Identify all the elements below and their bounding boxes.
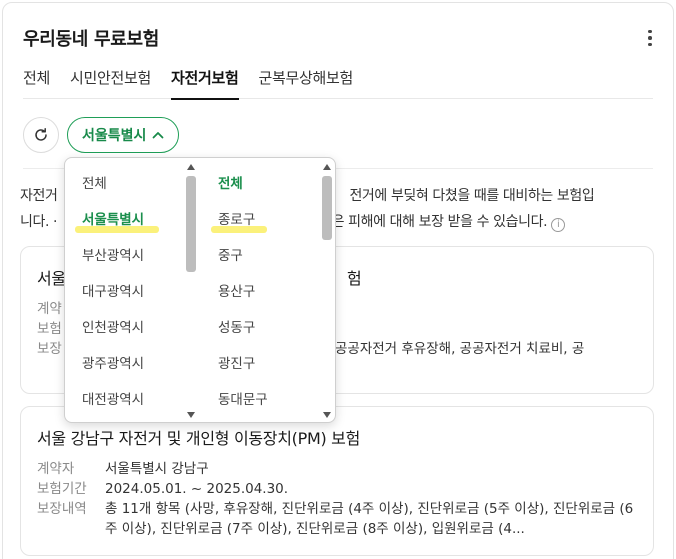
district-option-label: 용산구 [218, 284, 256, 300]
province-option-label: 대전광역시 [82, 392, 145, 408]
more-options-icon[interactable] [641, 27, 659, 49]
region-filter-label: 서울특별시 [82, 128, 147, 144]
scroll-down-icon[interactable] [323, 412, 331, 418]
insurance-card[interactable]: 서울 강남구 자전거 및 개인형 이동장치(PM) 보험 계약자 서울특별시 강… [20, 406, 654, 556]
province-scrollbar[interactable] [184, 162, 198, 420]
tab-citizen-safety[interactable]: 시민안전보험 [70, 61, 151, 99]
region-filter-chip[interactable]: 서울특별시 [67, 117, 180, 153]
info-icon[interactable]: i [551, 218, 566, 232]
district-option[interactable]: 종로구 [201, 202, 335, 238]
period-value: 2024.05.01. ~ 2025.04.30. [105, 481, 289, 497]
scroll-up-icon[interactable] [323, 164, 331, 170]
province-option[interactable]: 인천광역시 [65, 310, 201, 346]
tab-bicycle[interactable]: 자전거보험 [171, 61, 239, 100]
province-option-label: 인천광역시 [82, 320, 145, 336]
coverage-value: 총 11개 항목 (사망, 후유장해, 진단위로금 (4주 이상), 진단위로금… [105, 501, 634, 537]
refresh-icon [35, 128, 47, 141]
district-option-label: 전체 [218, 176, 243, 192]
region-dropdown[interactable]: 전체서울특별시부산광역시대구광역시인천광역시광주광역시대전광역시 전체종로구중구… [64, 157, 336, 423]
tab-military[interactable]: 군복무상해보험 [259, 61, 354, 99]
district-option-label: 광진구 [218, 356, 256, 372]
page-title: 우리동네 무료보험 [23, 29, 160, 50]
district-option-label: 중구 [218, 248, 243, 264]
scroll-down-icon[interactable] [187, 412, 195, 418]
province-list[interactable]: 전체서울특별시부산광역시대구광역시인천광역시광주광역시대전광역시 [65, 158, 201, 422]
card-title-start: 서울 [37, 269, 66, 288]
district-scrollbar[interactable] [320, 162, 334, 420]
district-option-label: 성동구 [218, 320, 256, 336]
period-label: 보험기간 [37, 481, 87, 497]
scroll-thumb[interactable] [322, 176, 332, 240]
district-list[interactable]: 전체종로구중구용산구성동구광진구동대문구 [201, 158, 335, 422]
coverage-label: 보장내역 [37, 501, 87, 517]
district-option-label: 동대문구 [218, 392, 268, 408]
district-option[interactable]: 성동구 [201, 310, 335, 346]
district-option[interactable]: 광진구 [201, 346, 335, 382]
tab-bar: 전체 시민안전보험 자전거보험 군복무상해보험 [23, 61, 653, 100]
province-option[interactable]: 광주광역시 [65, 346, 201, 382]
province-option[interactable]: 전체 [65, 166, 201, 202]
refresh-button[interactable] [23, 117, 59, 153]
district-option-label: 종로구 [218, 212, 256, 228]
district-option[interactable]: 중구 [201, 238, 335, 274]
province-option[interactable]: 대전광역시 [65, 382, 201, 418]
card-title-end: 험 [347, 269, 362, 288]
province-option-label: 대구광역시 [82, 284, 145, 300]
scroll-up-icon[interactable] [187, 164, 195, 170]
province-option-label: 전체 [82, 176, 107, 192]
tab-all[interactable]: 전체 [23, 61, 50, 99]
chevron-up-icon [153, 132, 164, 139]
contractor-value: 서울특별시 강남구 [105, 461, 209, 477]
province-option[interactable]: 서울특별시 [65, 202, 201, 238]
scroll-thumb[interactable] [186, 176, 196, 272]
district-option[interactable]: 동대문구 [201, 382, 335, 418]
coverage-text: 공공자전거 후유장해, 공공자전거 치료비, 공 [335, 341, 585, 357]
province-option-label: 부산광역시 [82, 248, 145, 264]
province-option[interactable]: 부산광역시 [65, 238, 201, 274]
province-option-label: 서울특별시 [82, 212, 145, 228]
province-option-label: 광주광역시 [82, 356, 145, 372]
district-option[interactable]: 전체 [201, 166, 335, 202]
province-option[interactable]: 대구광역시 [65, 274, 201, 310]
contractor-label: 계약자 [37, 461, 75, 477]
card-title: 서울 강남구 자전거 및 개인형 이동장치(PM) 보험 [37, 429, 361, 448]
header: 우리동네 무료보험 [23, 23, 659, 53]
district-option[interactable]: 용산구 [201, 274, 335, 310]
